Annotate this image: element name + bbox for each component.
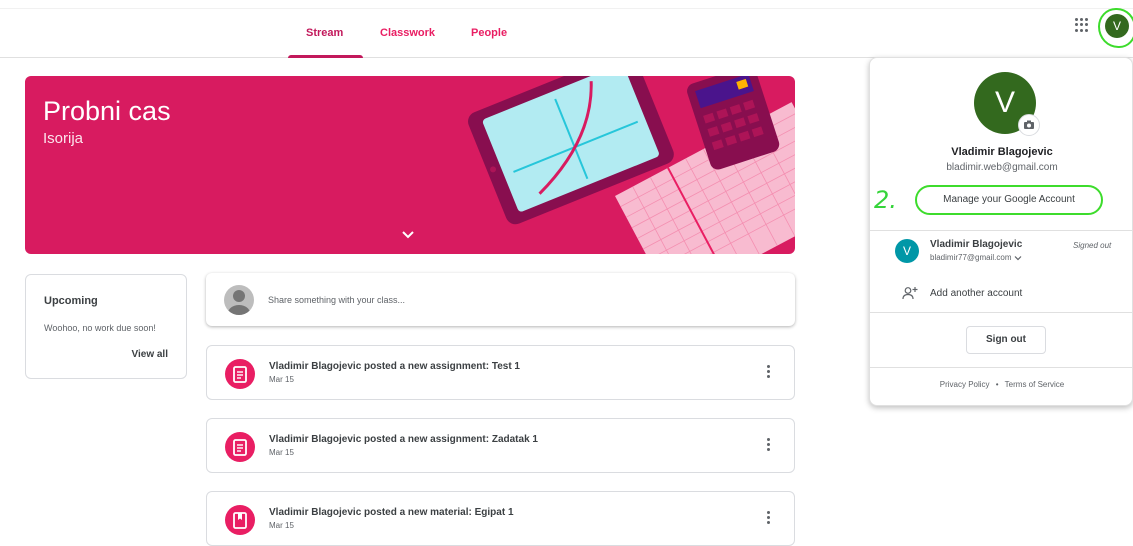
other-account-name: Vladimir Blagojevic <box>930 239 1023 250</box>
post-date: Mar 15 <box>269 521 294 530</box>
terms-of-service-link[interactable]: Terms of Service <box>1005 380 1065 389</box>
other-account-email: bladimir77@gmail.com <box>930 253 1022 262</box>
add-person-icon <box>902 287 918 300</box>
user-avatar <box>224 285 254 315</box>
footer-separator: • <box>995 380 999 389</box>
more-options-icon[interactable] <box>763 511 773 527</box>
divider <box>870 230 1133 231</box>
material-icon <box>233 512 247 529</box>
post-title: Vladimir Blagojevic posted a new assignm… <box>269 434 538 445</box>
post-icon-badge <box>225 359 255 389</box>
add-another-account-button[interactable]: Add another account <box>870 280 1133 306</box>
tab-stream[interactable]: Stream <box>306 27 343 39</box>
share-placeholder: Share something with your class... <box>268 295 406 305</box>
chevron-down-icon[interactable] <box>401 228 415 242</box>
top-bar: Stream Classwork People <box>0 8 1133 58</box>
manage-google-account-button[interactable]: Manage your Google Account <box>915 185 1103 215</box>
upcoming-title: Upcoming <box>44 295 98 307</box>
post-date: Mar 15 <box>269 375 294 384</box>
assignment-icon <box>233 439 247 456</box>
share-box[interactable]: Share something with your class... <box>206 273 795 326</box>
class-title: Probni cas <box>43 96 171 126</box>
tab-people[interactable]: People <box>471 27 507 39</box>
stream-post[interactable]: Vladimir Blagojevic posted a new assignm… <box>206 345 795 400</box>
account-popup: V Vladimir Blagojevic bladimir.web@gmail… <box>869 57 1133 406</box>
more-options-icon[interactable] <box>763 365 773 381</box>
upcoming-message: Woohoo, no work due soon! <box>44 323 156 333</box>
sign-out-button[interactable]: Sign out <box>966 326 1046 354</box>
post-icon-badge <box>225 505 255 535</box>
view-all-link[interactable]: View all <box>131 349 168 360</box>
assignment-icon <box>233 366 247 383</box>
stream-post[interactable]: Vladimir Blagojevic posted a new materia… <box>206 491 795 546</box>
divider <box>870 367 1133 368</box>
class-subtitle: Isorija <box>43 130 84 147</box>
popup-footer: Privacy Policy • Terms of Service <box>870 380 1133 389</box>
more-options-icon[interactable] <box>763 438 773 454</box>
person-icon <box>228 290 250 315</box>
privacy-policy-link[interactable]: Privacy Policy <box>940 380 990 389</box>
stream-post[interactable]: Vladimir Blagojevic posted a new assignm… <box>206 418 795 473</box>
annotation-step-2: 2. <box>874 186 897 214</box>
post-icon-badge <box>225 432 255 462</box>
camera-icon <box>1024 120 1034 129</box>
other-account-avatar: V <box>895 239 919 263</box>
account-name: Vladimir Blagojevic <box>951 146 1053 158</box>
divider <box>870 312 1133 313</box>
account-email: bladimir.web@gmail.com <box>946 162 1058 173</box>
tab-classwork[interactable]: Classwork <box>380 27 435 39</box>
add-another-account-label: Add another account <box>930 288 1023 299</box>
apps-grid-icon[interactable] <box>1075 18 1089 32</box>
chevron-down-icon <box>1014 255 1022 261</box>
class-banner: Probni cas Isorija <box>25 76 795 254</box>
signed-out-status: Signed out <box>1073 241 1112 250</box>
upcoming-card: Upcoming Woohoo, no work due soon! View … <box>25 274 187 379</box>
post-date: Mar 15 <box>269 448 294 457</box>
highlight-circle-avatar <box>1098 8 1133 48</box>
other-account-email-text: bladimir77@gmail.com <box>930 253 1012 262</box>
post-title: Vladimir Blagojevic posted a new materia… <box>269 507 514 518</box>
change-photo-button[interactable] <box>1018 114 1040 136</box>
active-tab-indicator <box>288 55 363 58</box>
post-title: Vladimir Blagojevic posted a new assignm… <box>269 361 520 372</box>
